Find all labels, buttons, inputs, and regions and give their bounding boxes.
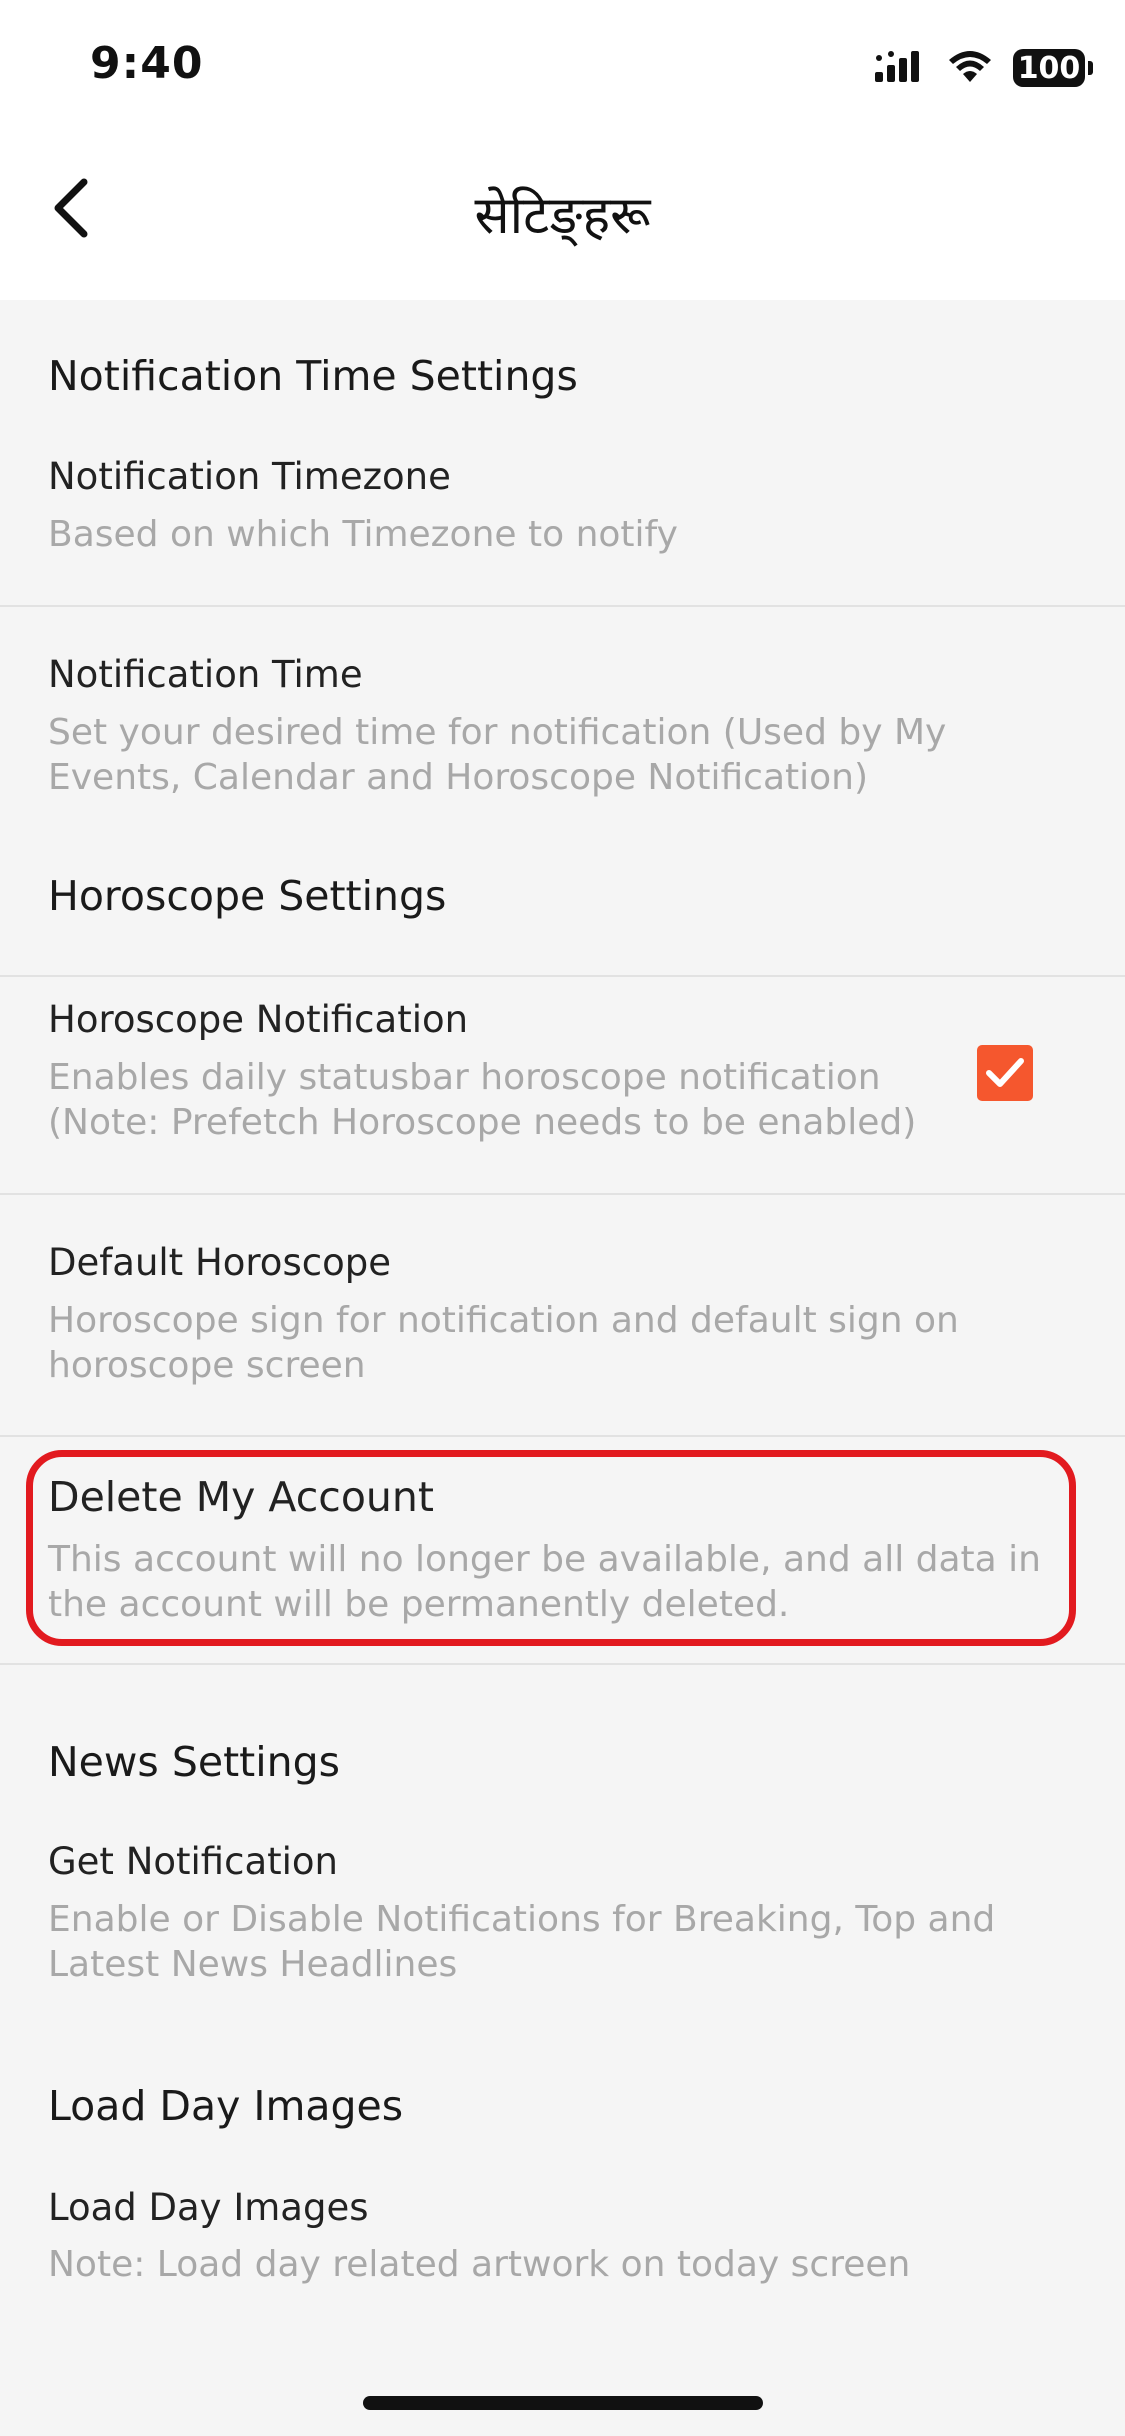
status-time: 9:40	[90, 38, 204, 89]
item-title: Get Notification	[48, 1840, 339, 1883]
item-title: Load Day Images	[48, 2186, 369, 2229]
item-subtitle: Enable or Disable Notifications for Brea…	[48, 1899, 996, 1985]
section-title-day-images: Load Day Images	[48, 2082, 404, 2130]
item-subtitle: Set your desired time for notification (…	[48, 712, 947, 798]
page-title: सेटिङ्हरू	[474, 186, 651, 246]
nav-header: सेटिङ्हरू	[0, 100, 1125, 300]
divider	[0, 1435, 1125, 1437]
wifi-icon	[949, 51, 991, 82]
battery-level: 100	[1017, 50, 1081, 86]
item-subtitle: Note: Load day related artwork on today …	[48, 2244, 911, 2285]
item-title: Notification Time	[48, 653, 363, 696]
battery-icon: 100	[1013, 49, 1093, 87]
horoscope-notification-checkbox[interactable]	[977, 1045, 1033, 1101]
item-subtitle: Horoscope sign for notification and defa…	[48, 1300, 959, 1386]
item-subtitle: Based on which Timezone to notify	[48, 514, 678, 555]
item-title: Horoscope Notification	[48, 998, 469, 1041]
divider	[0, 975, 1125, 977]
divider	[0, 605, 1125, 607]
home-indicator	[363, 2396, 763, 2410]
signal-icon	[875, 51, 919, 82]
section-title-news: News Settings	[48, 1738, 340, 1786]
section-title-horoscope: Horoscope Settings	[48, 872, 447, 920]
divider	[0, 1193, 1125, 1195]
status-icons: 100	[875, 44, 1093, 92]
checkmark-icon	[986, 1058, 1024, 1087]
section-title-notification-time: Notification Time Settings	[48, 352, 578, 400]
item-subtitle: Enables daily statusbar horoscope notifi…	[48, 1057, 917, 1143]
item-title: Notification Timezone	[48, 455, 451, 498]
divider	[0, 1663, 1125, 1665]
delete-account-highlight	[26, 1450, 1076, 1646]
item-title: Default Horoscope	[48, 1241, 391, 1284]
